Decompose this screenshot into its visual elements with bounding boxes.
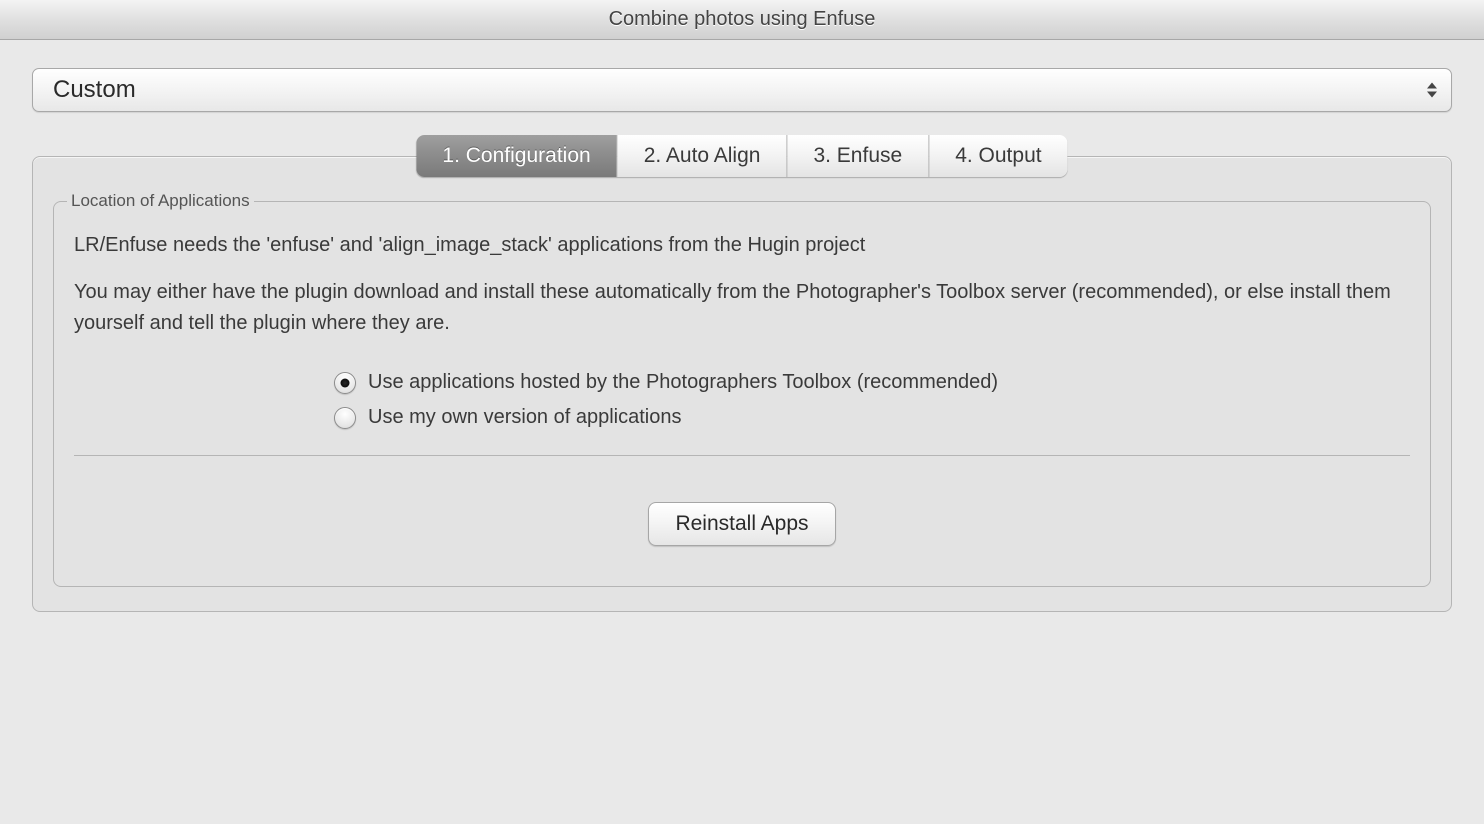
radio-label: Use my own version of applications — [368, 406, 681, 429]
dropdown-arrows-icon — [1427, 83, 1437, 98]
window-body: Custom 1. Configuration 2. Auto Align 3.… — [0, 40, 1484, 612]
info-paragraph-1: LR/Enfuse needs the 'enfuse' and 'align_… — [74, 230, 1410, 261]
tab-group: 1. Configuration 2. Auto Align 3. Enfuse… — [32, 156, 1452, 612]
radio-label: Use applications hosted by the Photograp… — [368, 371, 998, 394]
button-row: Reinstall Apps — [74, 502, 1410, 546]
radio-own-apps[interactable]: Use my own version of applications — [334, 406, 1410, 429]
divider — [74, 455, 1410, 456]
fieldset-legend: Location of Applications — [67, 191, 254, 211]
tab-output[interactable]: 4. Output — [929, 135, 1067, 177]
info-paragraph-2: You may either have the plugin download … — [74, 277, 1410, 339]
tab-bar: 1. Configuration 2. Auto Align 3. Enfuse… — [416, 135, 1067, 177]
tab-content-configuration: Location of Applications LR/Enfuse needs… — [32, 156, 1452, 612]
window-title: Combine photos using Enfuse — [609, 8, 876, 31]
tab-label: 4. Output — [955, 144, 1041, 168]
radio-hosted-apps[interactable]: Use applications hosted by the Photograp… — [334, 371, 1410, 394]
tab-label: 2. Auto Align — [644, 144, 761, 168]
location-of-applications-fieldset: Location of Applications LR/Enfuse needs… — [53, 201, 1431, 587]
reinstall-apps-button[interactable]: Reinstall Apps — [648, 502, 835, 546]
radio-button-icon — [334, 372, 356, 394]
tab-enfuse[interactable]: 3. Enfuse — [787, 135, 929, 177]
tab-label: 3. Enfuse — [813, 144, 902, 168]
window-titlebar: Combine photos using Enfuse — [0, 0, 1484, 40]
fieldset-body: LR/Enfuse needs the 'enfuse' and 'align_… — [53, 201, 1431, 587]
tab-auto-align[interactable]: 2. Auto Align — [618, 135, 788, 177]
radio-button-icon — [334, 407, 356, 429]
tab-configuration[interactable]: 1. Configuration — [416, 135, 617, 177]
preset-dropdown-value: Custom — [53, 76, 136, 104]
preset-dropdown[interactable]: Custom — [32, 68, 1452, 112]
tab-label: 1. Configuration — [442, 144, 590, 168]
